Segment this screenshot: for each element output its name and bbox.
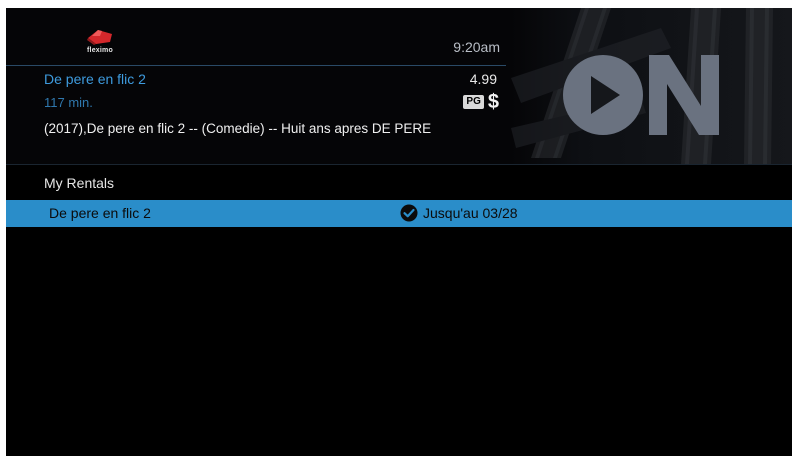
rental-title: De pere en flic 2	[49, 205, 151, 221]
header-divider	[6, 65, 506, 66]
rating-row: PG $	[463, 92, 499, 112]
section-title: My Rentals	[44, 175, 115, 191]
rental-expiry: Jusqu'au 03/28	[423, 205, 518, 221]
brand-logo: fleximo	[80, 28, 120, 56]
clock: 9:20am	[453, 39, 500, 55]
program-description: (2017),De pere en flic 2 -- (Comedie) --…	[44, 121, 432, 136]
check-circle-icon	[400, 204, 418, 222]
on-brand-art	[511, 8, 792, 164]
brand-name: fleximo	[87, 47, 113, 54]
rental-expiry-group: Jusqu'au 03/28	[400, 204, 518, 222]
tv-screen: fleximo 9:20am De pere en flic 2 4.99 11…	[6, 8, 792, 456]
dollar-icon: $	[487, 91, 499, 113]
price: 4.99	[469, 71, 497, 87]
rental-list-item[interactable]: De pere en flic 2 Jusqu'au 03/28	[6, 200, 792, 227]
section-divider	[6, 164, 792, 165]
program-title: De pere en flic 2	[44, 71, 146, 87]
program-duration: 117 min.	[44, 95, 93, 110]
fleximo-logo-icon	[87, 30, 112, 45]
rating-badge: PG	[463, 95, 484, 109]
details-header: fleximo 9:20am De pere en flic 2 4.99 11…	[6, 8, 792, 164]
